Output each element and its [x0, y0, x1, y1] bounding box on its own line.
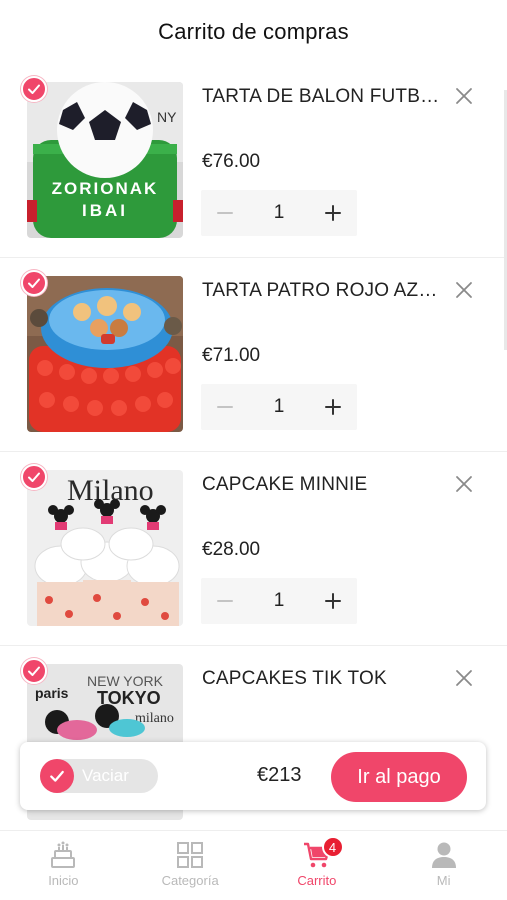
increase-button[interactable] — [309, 578, 357, 624]
tab-label: Carrito — [297, 873, 337, 888]
item-select-checkbox[interactable] — [21, 270, 47, 296]
plus-icon — [325, 399, 341, 415]
user-icon — [431, 842, 456, 868]
checkout-bar: Vaciar €213 Ir al pago — [20, 742, 486, 810]
select-all-toggle[interactable]: Vaciar — [40, 759, 158, 793]
plus-icon — [325, 205, 341, 221]
svg-text:NEW YORK: NEW YORK — [87, 673, 164, 689]
remove-item-button[interactable] — [452, 278, 476, 302]
grid-icon — [177, 842, 204, 868]
quantity-stepper[interactable]: 1 — [201, 384, 357, 430]
item-title[interactable]: TARTA DE BALON FUTBO··· — [202, 86, 446, 108]
quantity-value: 1 — [273, 396, 285, 417]
item-select-checkbox[interactable] — [21, 76, 47, 102]
item-select-checkbox[interactable] — [21, 658, 47, 684]
close-icon — [456, 282, 472, 298]
minnie-cupcakes-image[interactable]: Milano — [27, 470, 183, 626]
cart-count-badge: 4 — [321, 836, 344, 858]
minus-icon — [217, 212, 233, 214]
quantity-stepper[interactable]: 1 — [201, 578, 357, 624]
remove-item-button[interactable] — [452, 84, 476, 108]
cart-total: €213 — [257, 764, 302, 786]
cart-item: TARTA PATRO ROJO AZU··· €71.00 1 — [0, 258, 507, 452]
item-price: €71.00 — [202, 345, 261, 366]
item-title[interactable]: CAPCAKES TIK TOK — [202, 668, 446, 690]
check-icon — [28, 84, 40, 94]
decrease-button[interactable] — [201, 578, 249, 624]
svg-text:IBAI: IBAI — [82, 201, 128, 220]
tab-label: Categoría — [161, 873, 219, 888]
tab-mi[interactable]: Mi — [380, 831, 507, 900]
plus-icon — [325, 593, 341, 609]
cart-item: Milano CAPCAKE MINNIE €28.00 1 — [0, 452, 507, 646]
decrease-button[interactable] — [201, 190, 249, 236]
item-title[interactable]: CAPCAKE MINNIE — [202, 474, 446, 496]
check-icon — [28, 472, 40, 482]
tab-categoria[interactable]: Categoría — [127, 831, 254, 900]
svg-text:paris: paris — [35, 685, 69, 701]
minus-icon — [217, 406, 233, 408]
check-icon — [28, 666, 40, 676]
tab-carrito[interactable]: 4 Carrito — [254, 831, 381, 900]
check-icon — [50, 770, 64, 782]
increase-button[interactable] — [309, 190, 357, 236]
soccer-ball-cake-image[interactable]: NY ZORIONAK IBAI — [27, 82, 183, 238]
quantity-value: 1 — [273, 202, 285, 223]
quantity-value: 1 — [273, 590, 285, 611]
tab-label: Mi — [436, 873, 451, 888]
checkout-button[interactable]: Ir al pago — [331, 752, 467, 802]
svg-text:Milano: Milano — [67, 474, 154, 507]
remove-item-button[interactable] — [452, 666, 476, 690]
minus-icon — [217, 600, 233, 602]
tab-label: Inicio — [48, 873, 79, 888]
select-all-label: Vaciar — [82, 766, 129, 785]
bottom-tab-bar: Inicio Categoría 4 Carrito Mi — [0, 830, 507, 900]
increase-button[interactable] — [309, 384, 357, 430]
check-icon — [28, 278, 40, 288]
close-icon — [456, 670, 472, 686]
cart-item: NY ZORIONAK IBAI TARTA DE BALON FUTBO···… — [0, 64, 507, 258]
item-select-checkbox[interactable] — [21, 464, 47, 490]
page-title: Carrito de compras — [158, 19, 349, 44]
close-icon — [456, 476, 472, 492]
page-header: Carrito de compras — [0, 0, 507, 64]
item-price: €28.00 — [202, 539, 261, 560]
quantity-stepper[interactable]: 1 — [201, 190, 357, 236]
item-title[interactable]: TARTA PATRO ROJO AZU··· — [202, 280, 446, 302]
remove-item-button[interactable] — [452, 472, 476, 496]
svg-text:NY: NY — [157, 109, 177, 125]
decrease-button[interactable] — [201, 384, 249, 430]
item-price: €76.00 — [202, 151, 261, 172]
svg-text:ZORIONAK: ZORIONAK — [52, 179, 159, 198]
cake-icon — [51, 841, 76, 868]
close-icon — [456, 88, 472, 104]
cart-list[interactable]: NY ZORIONAK IBAI TARTA DE BALON FUTBO···… — [0, 64, 507, 834]
paw-patrol-cake-image[interactable] — [27, 276, 183, 432]
select-all-checkbox[interactable] — [40, 759, 74, 793]
tab-inicio[interactable]: Inicio — [0, 831, 127, 900]
